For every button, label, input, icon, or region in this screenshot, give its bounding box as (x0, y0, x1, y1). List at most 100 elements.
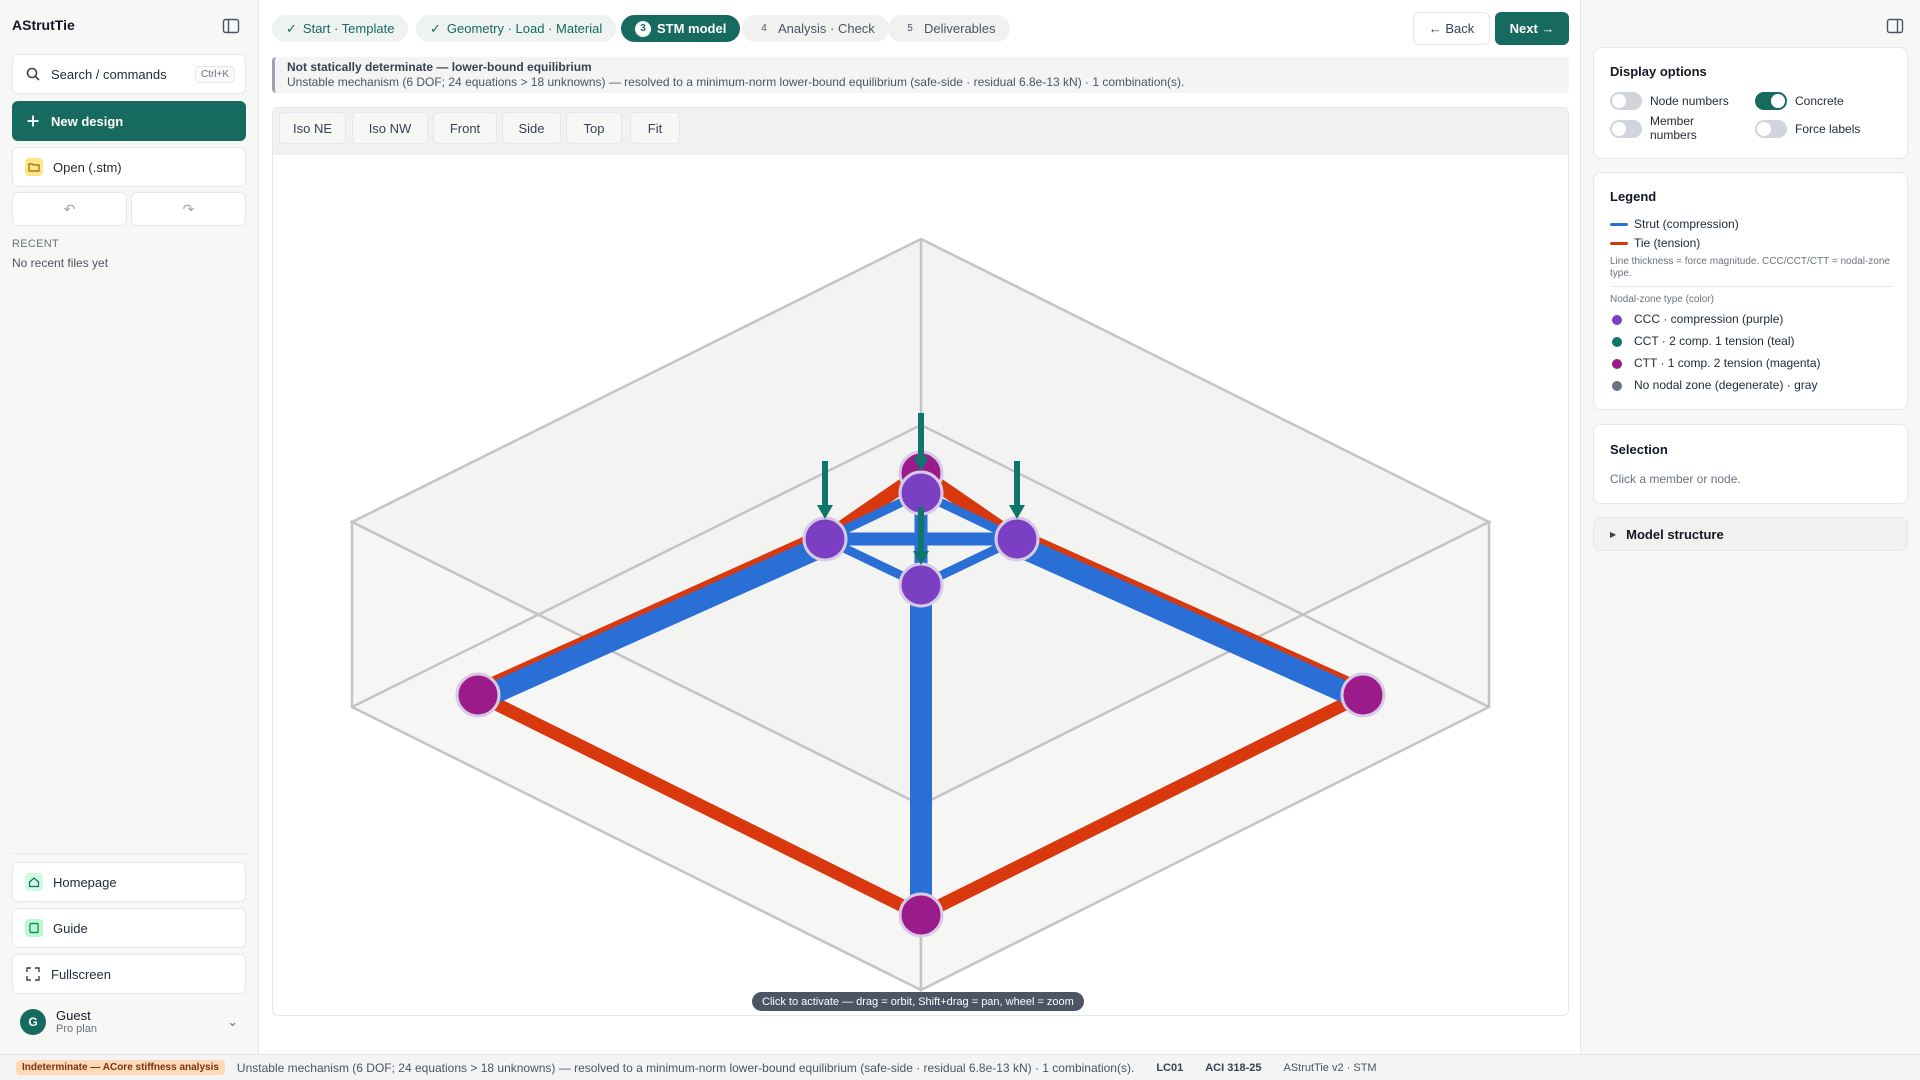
no-zone-dot (1612, 381, 1622, 391)
force-labels-label: Force labels (1795, 122, 1861, 136)
undo-icon: ↶ (63, 200, 76, 217)
user-plan: Pro plan (56, 1022, 97, 1035)
new-design-button[interactable]: New design (12, 101, 246, 141)
view-top-button[interactable]: Top (566, 112, 622, 144)
history-controls: ↶ ↷ (12, 192, 246, 226)
check-icon: ✓ (286, 20, 297, 36)
step-analysis-check[interactable]: 4 Analysis · Check (742, 15, 889, 42)
redo-button[interactable]: ↷ (131, 192, 246, 226)
avatar: G (20, 1009, 46, 1035)
sidebar-collapse-icon[interactable] (222, 18, 240, 34)
folder-icon (25, 158, 43, 176)
display-options-title: Display options (1610, 64, 1707, 79)
back-button[interactable]: ← Back (1413, 12, 1490, 45)
selection-title: Selection (1610, 442, 1668, 457)
load-case: LC01 (1156, 1061, 1184, 1074)
node-ctt[interactable] (1340, 672, 1386, 718)
no-zone-legend-label: No nodal zone (degenerate) · gray (1634, 378, 1818, 392)
node-ccc[interactable] (994, 516, 1040, 562)
book-icon (25, 919, 43, 937)
step-label: Start · Template (302, 21, 395, 36)
home-icon (25, 873, 43, 891)
guide-label: Guide (53, 920, 88, 936)
status-badge: Indeterminate — ACore stiffness analysis (16, 1060, 225, 1075)
concrete-toggle[interactable] (1755, 92, 1787, 110)
guide-link[interactable]: Guide (12, 908, 246, 948)
step-start-template[interactable]: ✓ Start · Template (272, 15, 409, 42)
ccc-dot (1612, 315, 1622, 325)
user-menu[interactable]: G Guest Pro plan ⌄ (12, 1002, 246, 1042)
view-side-button[interactable]: Side (502, 112, 561, 144)
selection-card: Selection Click a member or node. (1593, 424, 1908, 504)
legend-note: Line thickness = force magnitude. CCC/CC… (1610, 256, 1890, 279)
step-geometry-load-material[interactable]: ✓ Geometry · Load · Material (416, 15, 617, 42)
open-file-label: Open (.stm) (53, 159, 122, 175)
member-numbers-toggle[interactable] (1610, 120, 1642, 138)
legend-card: Legend Strut (compression) Tie (tension)… (1593, 172, 1908, 410)
node-ccc[interactable] (802, 516, 848, 562)
concrete-label: Concrete (1795, 94, 1844, 108)
cct-dot (1612, 337, 1622, 347)
ctt-legend-label: CTT · 1 comp. 2 tension (magenta) (1634, 356, 1821, 370)
banner-title: Not statically determinate — lower-bound… (287, 60, 592, 74)
step-number: 5 (907, 23, 913, 34)
stm-3d-viewport[interactable] (272, 155, 1569, 1016)
view-iso-ne-button[interactable]: Iso NE (279, 112, 346, 144)
step-number: 3 (635, 20, 651, 37)
status-bar: Indeterminate — ACore stiffness analysis… (0, 1054, 1920, 1080)
chevron-down-icon: ⌄ (227, 1014, 238, 1029)
model-structure-label: Model structure (1626, 526, 1724, 542)
node-ctt[interactable] (455, 672, 501, 718)
node-numbers-toggle[interactable] (1610, 92, 1642, 110)
strut-swatch (1610, 223, 1628, 226)
user-name: Guest (56, 1007, 91, 1023)
selection-hint: Click a member or node. (1610, 472, 1741, 486)
step-deliverables[interactable]: 5 Deliverables (888, 15, 1010, 42)
stm-model-drawing (349, 237, 1492, 993)
new-design-label: New design (51, 113, 124, 129)
next-button[interactable]: Next → (1495, 12, 1569, 45)
tie-swatch (1610, 242, 1628, 245)
view-iso-nw-button[interactable]: Iso NW (352, 112, 428, 144)
model-structure-toggle[interactable]: ▶ Model structure (1593, 517, 1908, 551)
view-front-button[interactable]: Front (433, 112, 497, 144)
banner-text: Unstable mechanism (6 DOF; 24 equations … (287, 75, 1185, 89)
node-ccc[interactable] (898, 562, 944, 608)
app-brand: AStrutTie (12, 17, 75, 33)
strut-legend-label: Strut (compression) (1634, 217, 1739, 231)
step-label: Analysis · Check (778, 21, 875, 36)
step-label: Geometry · Load · Material (446, 21, 603, 36)
force-labels-toggle[interactable] (1755, 120, 1787, 138)
determinacy-banner: Not statically determinate — lower-bound… (272, 57, 1569, 93)
open-file-button[interactable]: Open (.stm) (12, 147, 246, 187)
fullscreen-icon (25, 966, 41, 982)
ccc-legend-label: CCC · compression (purple) (1634, 312, 1784, 326)
node-numbers-label: Node numbers (1650, 94, 1729, 108)
status-message: Unstable mechanism (6 DOF; 24 equations … (236, 1060, 1135, 1075)
display-options-card: Display options Node numbers Concrete Me… (1593, 47, 1908, 159)
homepage-link[interactable]: Homepage (12, 862, 246, 902)
fullscreen-label: Fullscreen (51, 966, 111, 982)
panel-toggle-icon[interactable] (1886, 18, 1904, 34)
search-icon (25, 66, 41, 82)
check-icon: ✓ (430, 20, 441, 36)
node-ctt[interactable] (898, 892, 944, 938)
member-numbers-label: Member numbers (1650, 114, 1697, 142)
step-number: 4 (761, 23, 767, 34)
undo-button[interactable]: ↶ (12, 192, 127, 226)
view-fit-button[interactable]: Fit (630, 112, 680, 144)
left-sidebar: AStrutTie Search / commands Ctrl+K New d… (0, 0, 259, 1054)
fullscreen-link[interactable]: Fullscreen (12, 954, 246, 994)
canvas-interaction-hint: Click to activate — drag = orbit, Shift+… (752, 992, 1084, 1011)
redo-icon: ↷ (182, 200, 195, 217)
step-stm-model[interactable]: 3 STM model (621, 15, 741, 42)
sidebar-divider (12, 853, 246, 854)
legend-title: Legend (1610, 189, 1657, 204)
recent-heading: RECENT (12, 238, 60, 250)
plus-icon (25, 113, 41, 129)
design-code: ACI 318-25 (1205, 1061, 1262, 1074)
nodal-heading: Nodal-zone type (color) (1610, 294, 1714, 305)
homepage-label: Homepage (53, 874, 117, 890)
search-button[interactable]: Search / commands Ctrl+K (12, 54, 246, 94)
legend-divider (1610, 286, 1892, 287)
